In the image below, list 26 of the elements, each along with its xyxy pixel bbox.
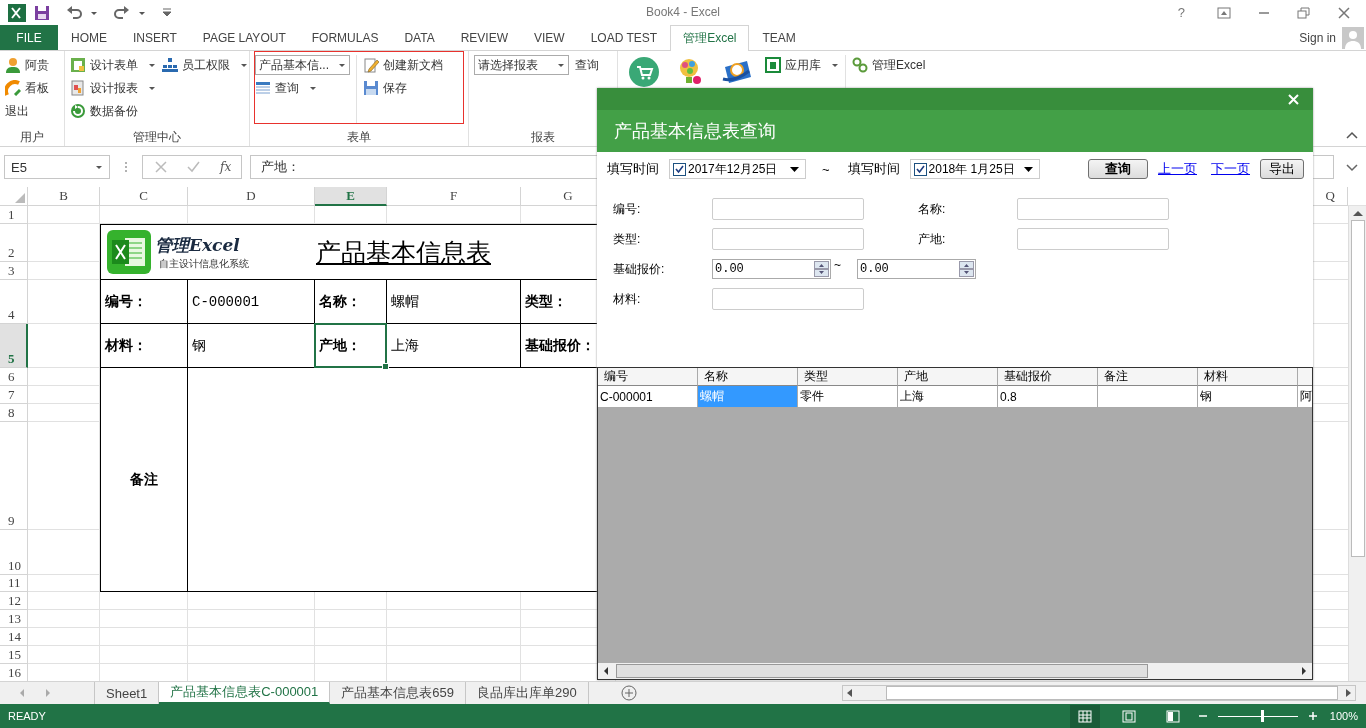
logo-title: 管理Excel — [155, 233, 241, 257]
field-label: 基础报价: — [613, 260, 666, 278]
field-label: 类型: — [613, 230, 642, 248]
group-label: 报表 — [530, 130, 556, 146]
group-label: 表单 — [346, 130, 372, 146]
table-cell: 材料： — [100, 324, 188, 368]
group-label: 用户 — [19, 130, 45, 146]
range-separator: ~ — [822, 161, 830, 177]
table-cell: 名称： — [315, 280, 387, 324]
table-cell: 螺帽 — [387, 280, 521, 324]
table-cell: C-000001 — [188, 280, 315, 324]
form-title: 产品基本信息表 — [316, 237, 491, 268]
field-label: 填写时间 — [607, 160, 659, 178]
table-cell: 上海 — [387, 324, 521, 368]
table-cell: 备注 — [100, 368, 188, 592]
group-label: 管理中心 — [132, 130, 182, 146]
dialog-title: 产品基本信息表查询 — [614, 120, 776, 143]
window-title: Book4 - Excel — [646, 5, 720, 19]
range-separator: ~ — [834, 258, 841, 272]
field-label: 编号: — [613, 200, 642, 218]
table-cell: 编号： — [100, 280, 188, 324]
field-label: 产地: — [918, 230, 947, 248]
field-label: 填写时间 — [847, 160, 900, 178]
status-text: READY — [8, 710, 46, 722]
logo-subtitle: 自主设计信息化系统 — [159, 256, 250, 271]
field-label: 名称: — [918, 200, 947, 218]
